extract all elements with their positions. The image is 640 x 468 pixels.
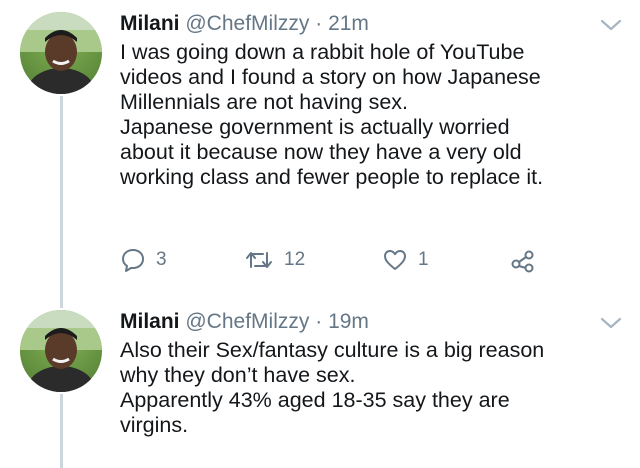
- user-handle[interactable]: @ChefMilzzy: [185, 12, 309, 35]
- tweet-line: about it because now they have a very ol…: [120, 140, 522, 164]
- like-button[interactable]: 1: [382, 246, 429, 274]
- tweet[interactable]: Milani @ChefMilzzy · 21m I was going dow…: [0, 10, 640, 290]
- tweet-line: why they don’t have sex.: [120, 363, 356, 387]
- share-button[interactable]: [510, 246, 546, 274]
- tweet-line: Also their Sex/fantasy culture is a big …: [120, 338, 545, 362]
- timestamp[interactable]: 21m: [328, 12, 369, 35]
- tweet-text: Also their Sex/fantasy culture is a big …: [120, 338, 620, 438]
- retweet-count: 12: [284, 249, 306, 270]
- tweet-line: Japanese government is actually worried: [120, 115, 510, 139]
- tweet-line: I was going down a rabbit hole of YouTub…: [120, 40, 525, 64]
- tweet-line: working class and fewer people to replac…: [120, 165, 544, 189]
- chevron-down-icon[interactable]: [600, 18, 622, 32]
- user-handle[interactable]: @ChefMilzzy: [185, 310, 309, 333]
- avatar[interactable]: [20, 310, 102, 392]
- tweet[interactable]: Milani @ChefMilzzy · 19m Also their Sex/…: [0, 308, 640, 468]
- tweet-line: virgins.: [120, 413, 189, 437]
- tweet-line: Apparently 43% aged 18-35 say they are: [120, 388, 510, 412]
- reply-button[interactable]: 3: [120, 246, 167, 274]
- retweet-button[interactable]: 12: [244, 246, 305, 274]
- tweet-header: Milani @ChefMilzzy · 19m: [120, 308, 369, 336]
- chevron-down-icon[interactable]: [600, 316, 622, 330]
- tweet-line: videos and I found a story on how Japane…: [120, 65, 541, 89]
- display-name[interactable]: Milani: [120, 12, 180, 35]
- tweet-actions: 3 12 1: [120, 246, 620, 274]
- avatar-image: [20, 310, 102, 392]
- tweet-line: Millennials are not having sex.: [120, 90, 409, 114]
- reply-icon: [122, 249, 144, 272]
- separator-dot: ·: [315, 12, 323, 35]
- avatar[interactable]: [20, 12, 102, 94]
- display-name[interactable]: Milani: [120, 310, 180, 333]
- like-count: 1: [418, 249, 429, 270]
- heart-icon: [384, 250, 406, 270]
- timestamp[interactable]: 19m: [328, 310, 369, 333]
- retweet-icon: [246, 252, 272, 268]
- separator-dot: ·: [315, 310, 323, 333]
- tweet-text: I was going down a rabbit hole of YouTub…: [120, 40, 620, 190]
- share-icon: [511, 250, 534, 273]
- reply-count: 3: [156, 249, 167, 270]
- avatar-image: [20, 12, 102, 94]
- tweet-header: Milani @ChefMilzzy · 21m: [120, 10, 369, 38]
